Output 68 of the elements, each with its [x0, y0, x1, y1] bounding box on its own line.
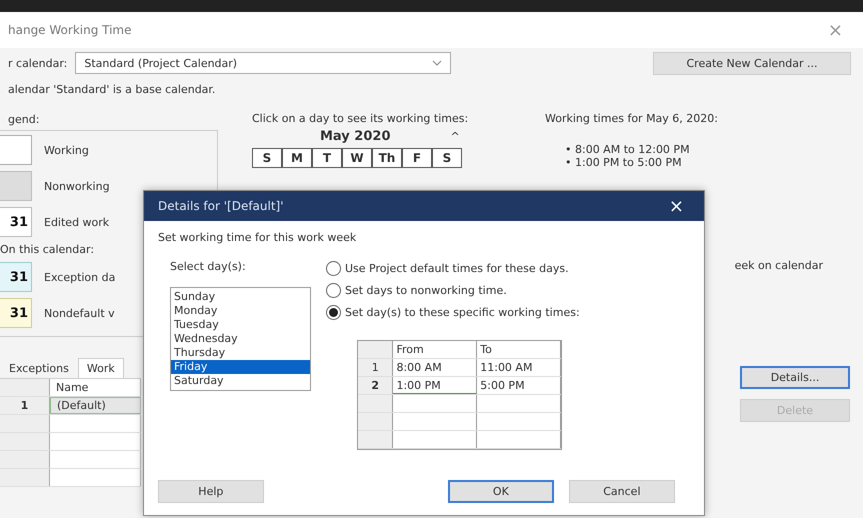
day-item[interactable]: Monday: [171, 304, 310, 318]
tab[interactable]: Work: [78, 358, 124, 378]
day-item[interactable]: Saturday: [171, 374, 310, 388]
days-label: Select day(s):: [170, 260, 247, 273]
legend-swatch: [0, 171, 32, 201]
radio-label: Set days to nonworking time.: [345, 284, 507, 297]
radio-label: Use Project default times for these days.: [345, 262, 569, 275]
weekday-header: S: [252, 148, 282, 168]
legend-title: gend:: [8, 112, 40, 126]
side-button[interactable]: Details...: [740, 366, 850, 389]
radio-button[interactable]: [326, 261, 341, 276]
day-item[interactable]: Wednesday: [171, 332, 310, 346]
day-item[interactable]: Sunday: [171, 290, 310, 304]
row-number: 1: [0, 397, 50, 414]
table-cell[interactable]: 5:00 PM: [477, 377, 561, 394]
window-title: hange Working Time: [8, 23, 132, 37]
legend-swatch: 31: [0, 207, 32, 237]
table-cell[interactable]: (Default): [50, 397, 141, 414]
chevron-icon: [432, 60, 442, 66]
working-time-item: • 8:00 AM to 12:00 PM: [565, 143, 691, 156]
working-time-item: • 1:00 PM to 5:00 PM: [565, 156, 683, 169]
legend-label: Exception da: [44, 270, 116, 284]
table-cell[interactable]: 11:00 AM: [477, 359, 561, 376]
day-item[interactable]: Friday: [171, 360, 310, 374]
calendar-dropdown[interactable]: Standard (Project Calendar): [75, 52, 452, 74]
dialog-button[interactable]: OK: [448, 480, 554, 503]
legend-label: Nonworking: [44, 180, 110, 192]
scroll-up-button[interactable]: ^: [450, 130, 460, 143]
create-calendar-button[interactable]: Create New Calendar ...: [653, 52, 851, 74]
legend-swatch: 31: [0, 298, 32, 328]
legend-label: Working: [44, 144, 89, 156]
calendar-label: r calendar:: [8, 56, 68, 70]
legend-label: Edited work: [44, 216, 110, 228]
row-header: [0, 415, 50, 432]
table-cell[interactable]: 8:00 AM: [393, 359, 478, 376]
month-title: May 2020: [320, 129, 390, 144]
weekday-header: M: [282, 148, 312, 168]
row-number: 2: [358, 377, 394, 394]
weekday-header: W: [342, 148, 372, 168]
row-number: 1: [358, 359, 394, 376]
weekday-header: F: [402, 148, 432, 168]
legend-swatch: 31: [0, 262, 32, 292]
tab[interactable]: Exceptions: [0, 358, 78, 378]
week-option-label: eek on calendar: [734, 258, 823, 272]
legend-subtitle: On this calendar:: [0, 243, 96, 256]
column-header: To: [477, 341, 561, 358]
radio-button[interactable]: [326, 305, 341, 320]
weekday-header: T: [312, 148, 342, 168]
weekday-header: Th: [372, 148, 402, 168]
working-times-title: Working times for May 6, 2020:: [545, 112, 719, 125]
dialog-button[interactable]: Help: [158, 480, 264, 503]
close-button[interactable]: ×: [668, 196, 684, 216]
dialog-instruction: Set working time for this work week: [158, 231, 358, 244]
radio-label: Set day(s) to these specific working times:: [345, 306, 580, 319]
days-listbox[interactable]: Sunday Monday Tuesday Wednesday Thursday Friday Saturday: [170, 287, 311, 391]
table-cell[interactable]: 1:00 PM: [393, 377, 478, 394]
row-header: [0, 433, 50, 450]
day-item[interactable]: Tuesday: [171, 318, 310, 332]
dialog-button[interactable]: Cancel: [569, 480, 675, 503]
calendar-instruction: Click on a day to see its working times:: [252, 112, 470, 125]
row-header: [0, 451, 50, 468]
radio-button[interactable]: [326, 283, 341, 298]
legend-label: Nondefault v: [44, 306, 115, 320]
base-calendar-note: alendar 'Standard' is a base calendar.: [8, 82, 216, 96]
weekday-header: S: [432, 148, 462, 168]
dialog-title: Details for '[Default]': [158, 199, 284, 213]
day-item[interactable]: Thursday: [171, 346, 310, 360]
column-header: From: [393, 341, 478, 358]
